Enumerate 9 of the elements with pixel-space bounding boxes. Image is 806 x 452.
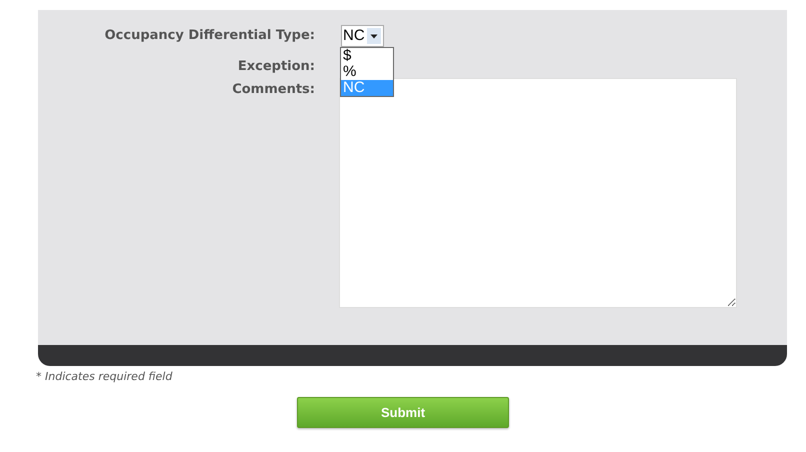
field-label: Comments: [231,81,315,99]
comments-field[interactable] [339,78,737,308]
dropdown-option[interactable]: % [341,64,393,80]
field-label: Exception: [236,58,315,76]
field-label: Occupancy Differential Type: [104,27,315,45]
type-dropdown[interactable]: NC [341,25,384,47]
dropdown-value: NC [343,27,365,45]
required-field-note: * Indicates required field [36,370,174,383]
dropdown-option[interactable]: $ [341,48,393,64]
